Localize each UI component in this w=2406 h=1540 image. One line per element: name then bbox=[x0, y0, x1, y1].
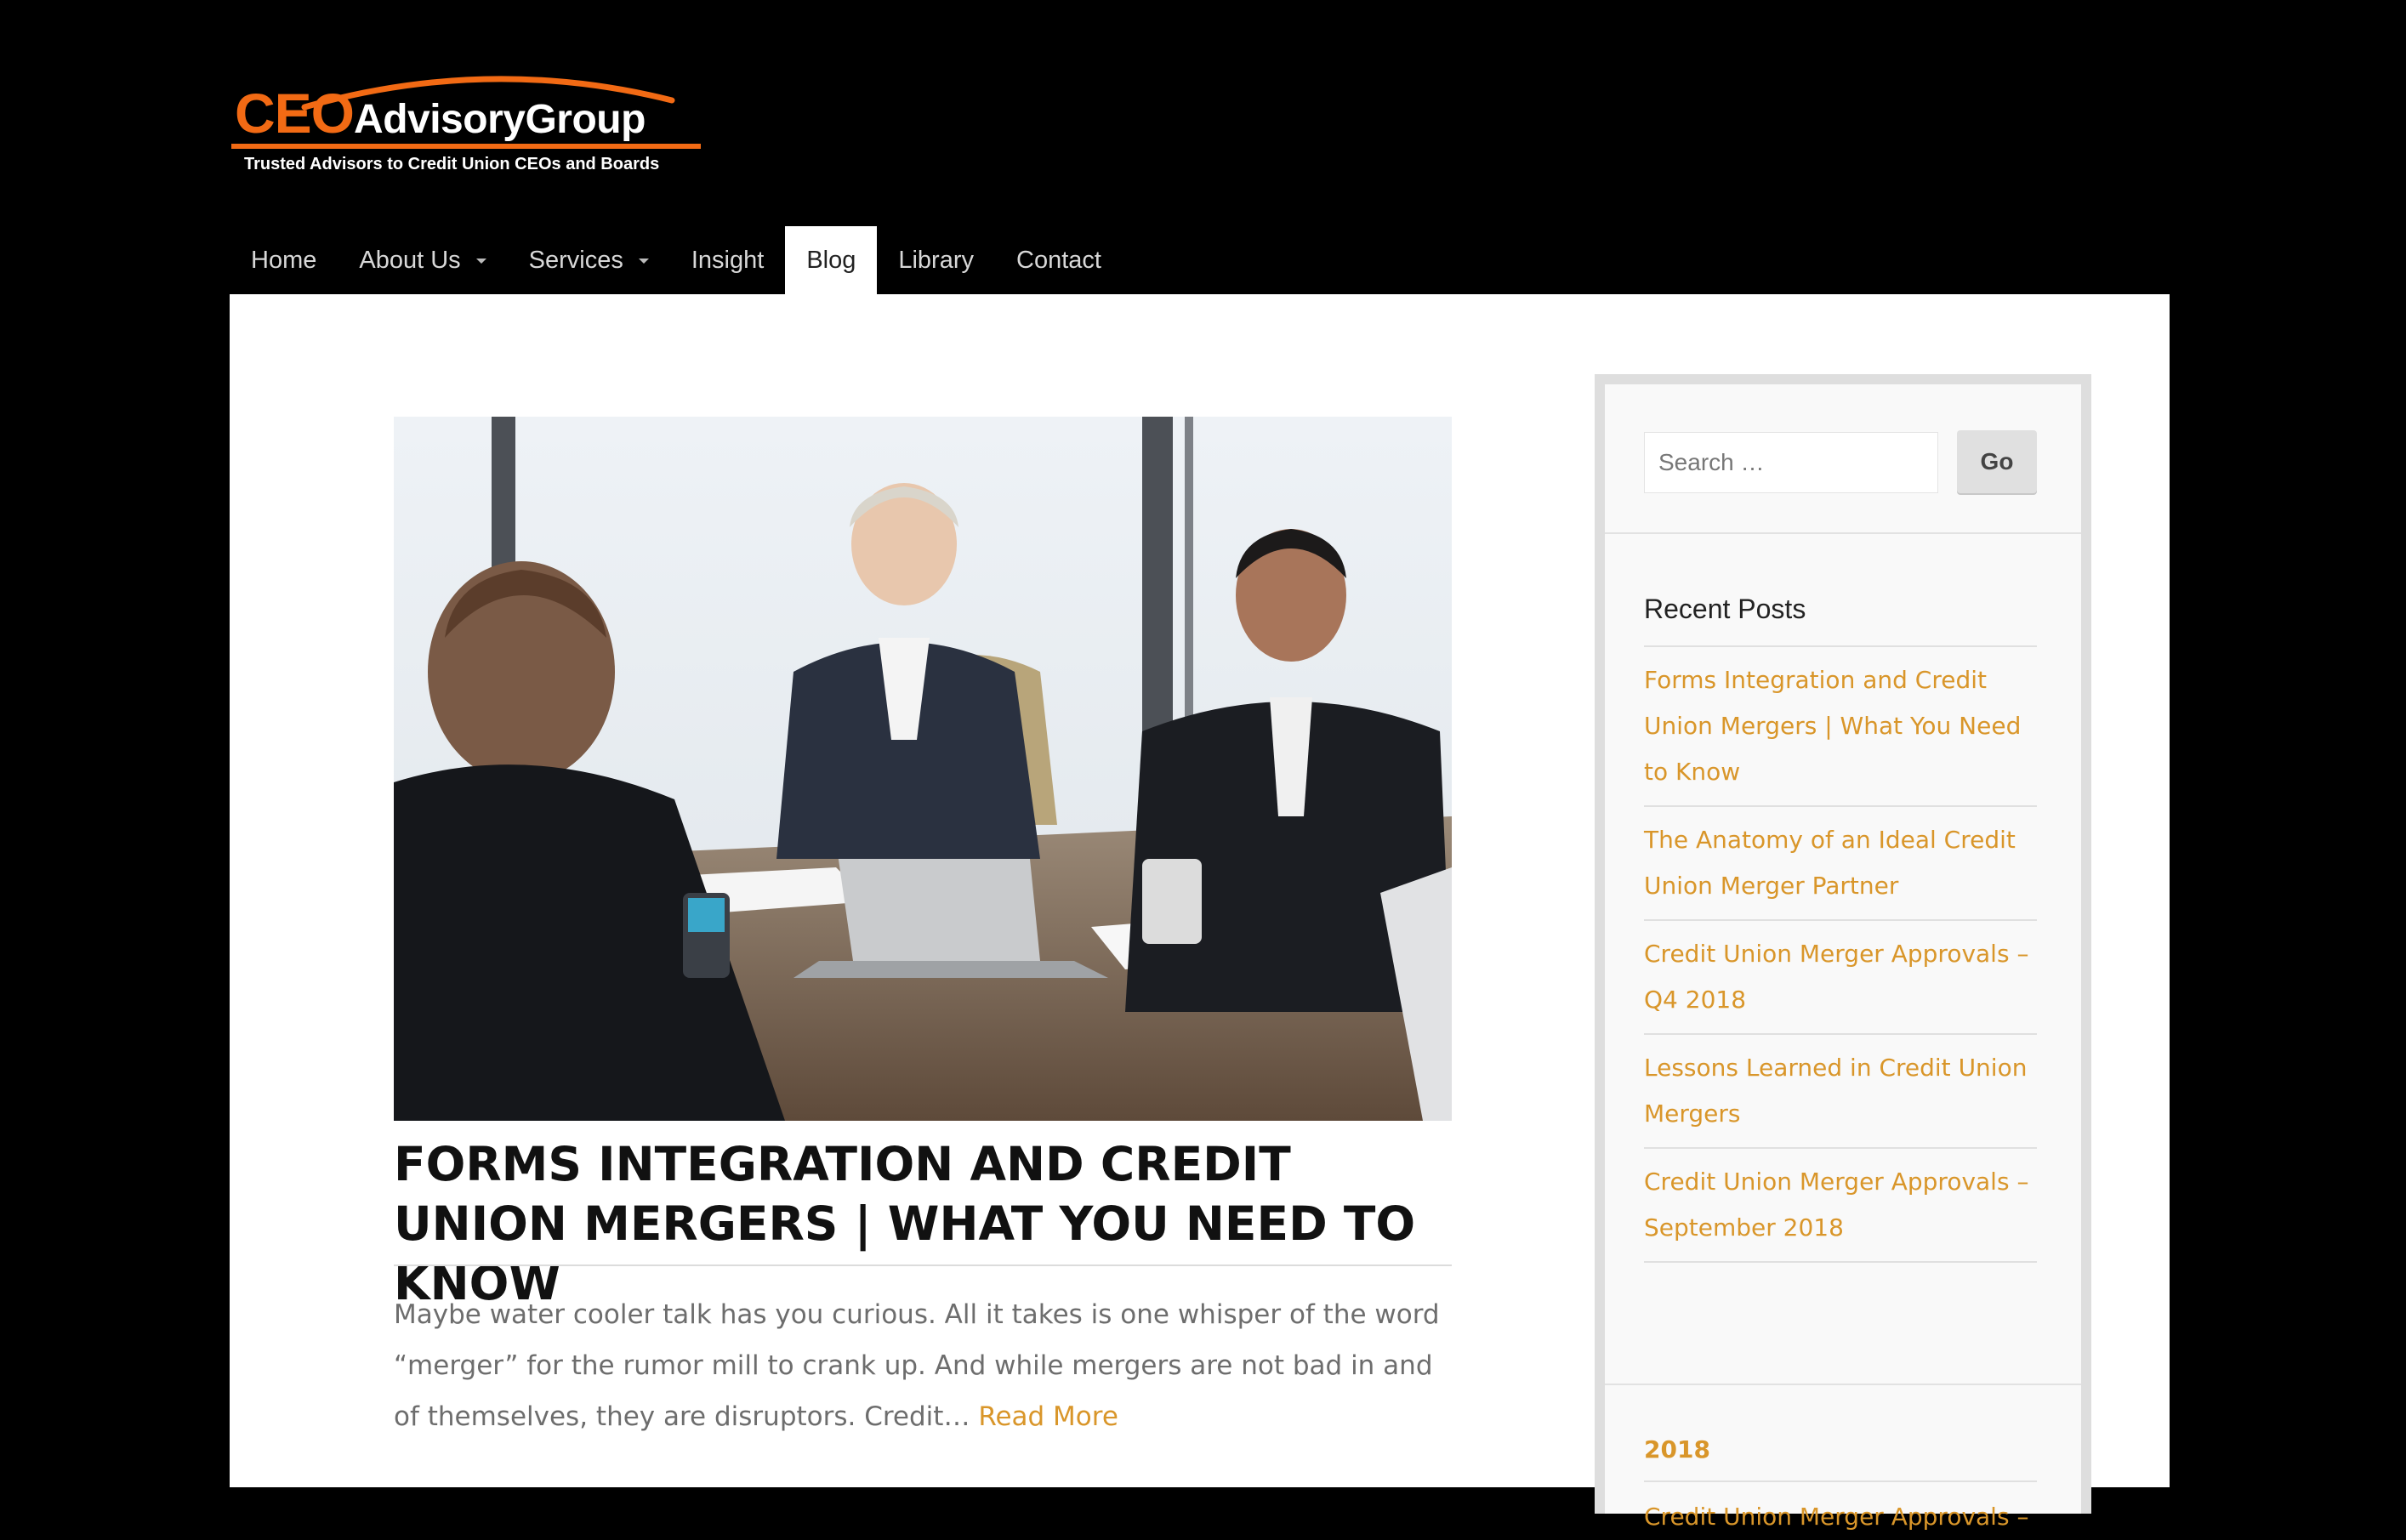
list-item: The Anatomy of an Ideal Credit Union Mer… bbox=[1644, 807, 2037, 921]
nav-item-home[interactable]: Home bbox=[230, 226, 338, 294]
recent-post-link[interactable]: Forms Integration and Credit Union Merge… bbox=[1644, 657, 2037, 795]
recent-post-link[interactable]: Credit Union Merger Approvals – Q4 2018 bbox=[1644, 931, 2037, 1023]
caret-down-icon bbox=[475, 259, 486, 264]
archive-year-link[interactable]: 2018 bbox=[1644, 1433, 2037, 1482]
search-input[interactable] bbox=[1644, 432, 1938, 493]
recent-posts-widget: Recent Posts Forms Integration and Credi… bbox=[1644, 594, 2037, 1263]
logo-ceo-text: CEO bbox=[235, 82, 355, 145]
list-item: Forms Integration and Credit Union Merge… bbox=[1644, 647, 2037, 807]
meeting-photo-illustration bbox=[394, 417, 1452, 1121]
caret-down-icon bbox=[638, 259, 649, 264]
nav-item-about-us[interactable]: About Us bbox=[338, 226, 507, 294]
site-logo[interactable]: CEOAdvisoryGroup Trusted Advisors to Cre… bbox=[230, 63, 706, 182]
main-content: Forms Integration and Credit Union Merge… bbox=[230, 294, 2170, 1531]
sidebar-section-divider bbox=[1605, 1384, 2081, 1385]
search-go-button[interactable]: Go bbox=[1957, 430, 2037, 493]
post-title[interactable]: Forms Integration and Credit Union Merge… bbox=[394, 1134, 1474, 1313]
nav-item-label: Contact bbox=[1016, 246, 1101, 274]
logo-advisory-group-text: AdvisoryGroup bbox=[354, 97, 646, 142]
archive-post-link[interactable]: Credit Union Merger Approvals – bbox=[1644, 1494, 2037, 1540]
site-header: CEOAdvisoryGroup Trusted Advisors to Cre… bbox=[0, 0, 2406, 294]
list-item: Lessons Learned in Credit Union Mergers bbox=[1644, 1035, 2037, 1149]
list-item: Credit Union Merger Approvals – Q4 2018 bbox=[1644, 921, 2037, 1035]
recent-post-link[interactable]: The Anatomy of an Ideal Credit Union Mer… bbox=[1644, 817, 2037, 909]
archive-widget: 2018 Credit Union Merger Approvals – bbox=[1644, 1389, 2037, 1540]
post-featured-image[interactable] bbox=[394, 417, 1452, 1121]
nav-item-label: Home bbox=[251, 246, 317, 274]
logo-underline bbox=[231, 144, 701, 149]
nav-item-label: Services bbox=[528, 246, 623, 274]
nav-item-label: About Us bbox=[359, 246, 461, 274]
logo-wordmark: CEOAdvisoryGroup bbox=[235, 85, 646, 141]
nav-item-library[interactable]: Library bbox=[877, 226, 995, 294]
sidebar: Go Recent Posts Forms Integration and Cr… bbox=[1595, 374, 2091, 1531]
nav-item-blog[interactable]: Blog bbox=[785, 226, 878, 294]
recent-posts-title: Recent Posts bbox=[1644, 594, 2037, 647]
read-more-link[interactable]: Read More bbox=[978, 1401, 1118, 1432]
recent-post-link[interactable]: Lessons Learned in Credit Union Mergers bbox=[1644, 1045, 2037, 1137]
post-excerpt-text: Maybe water cooler talk has you curious.… bbox=[394, 1299, 1440, 1432]
post-excerpt: Maybe water cooler talk has you curious.… bbox=[394, 1289, 1465, 1442]
main-navigation: Home About Us Services Insight Blog Libr… bbox=[230, 226, 1123, 294]
logo-tagline: Trusted Advisors to Credit Union CEOs an… bbox=[244, 155, 660, 173]
post-title-divider bbox=[394, 1264, 1452, 1266]
nav-item-contact[interactable]: Contact bbox=[995, 226, 1123, 294]
list-item: Credit Union Merger Approvals – Septembe… bbox=[1644, 1149, 2037, 1263]
nav-item-label: Insight bbox=[691, 246, 765, 274]
recent-posts-list: Forms Integration and Credit Union Merge… bbox=[1644, 647, 2037, 1263]
search-widget: Go bbox=[1605, 384, 2081, 534]
recent-post-link[interactable]: Credit Union Merger Approvals – Septembe… bbox=[1644, 1159, 2037, 1251]
nav-item-services[interactable]: Services bbox=[508, 226, 670, 294]
nav-item-label: Library bbox=[898, 246, 975, 274]
nav-item-insight[interactable]: Insight bbox=[670, 226, 785, 294]
nav-item-label: Blog bbox=[806, 246, 856, 274]
